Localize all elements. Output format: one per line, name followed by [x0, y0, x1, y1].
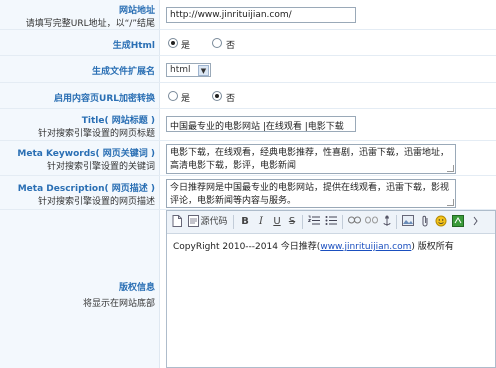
copyright-hint: 将显示在网站底部	[82, 299, 155, 309]
source-code-button[interactable]: 源代码	[200, 215, 228, 229]
keywords-hint: 针对搜索引擎设置的关键词	[46, 162, 155, 172]
label-cell: Title( 网站标题 ) 针对搜索引擎设置的网页标题	[0, 109, 160, 140]
title-label: Title( 网站标题 )	[81, 116, 155, 126]
ordered-list-icon[interactable]	[307, 215, 321, 229]
toolbar-divider	[233, 215, 234, 229]
url-encrypt-no-radio[interactable]	[212, 91, 222, 101]
url-encrypt-yes-radio[interactable]	[168, 91, 178, 101]
keywords-label: Meta Keywords( 网页关键词 )	[17, 149, 155, 159]
link-icon[interactable]	[347, 215, 361, 229]
image-icon[interactable]	[401, 215, 415, 229]
bullet-list-icon[interactable]	[324, 215, 338, 229]
label-cell: Meta Description( 网页描述 ) 针对搜索引擎设置的网页描述	[0, 176, 160, 209]
attachment-icon[interactable]	[419, 215, 431, 229]
emoticon-icon[interactable]	[434, 215, 448, 229]
generate-html-no-label: 否	[226, 41, 236, 51]
url-encrypt-no-label: 否	[226, 94, 236, 104]
toolbar-divider	[302, 215, 303, 229]
generate-html-label: 生成Html	[112, 41, 155, 51]
row-description: Meta Description( 网页描述 ) 针对搜索引擎设置的网页描述 今…	[0, 176, 496, 210]
row-url-encrypt: 启用内容页URL加密转换 是 否	[0, 83, 496, 109]
chevron-down-icon[interactable]: ▼	[198, 65, 209, 76]
settings-form: 网站地址 请填写完整URL地址，以“/”结尾 http://www.jinrit…	[0, 0, 496, 368]
file-ext-select[interactable]: html ▼	[166, 63, 211, 77]
row-file-ext: 生成文件扩展名 html ▼	[0, 56, 496, 83]
description-label: Meta Description( 网页描述 )	[17, 184, 155, 194]
anchor-icon[interactable]	[381, 215, 393, 229]
copyright-site-link[interactable]: www.jinrituijian.com	[320, 242, 411, 252]
label-cell: 启用内容页URL加密转换	[0, 83, 160, 108]
generate-html-no-radio[interactable]	[212, 38, 222, 48]
editor-toolbar: 源代码 B I U S	[167, 211, 495, 234]
url-encrypt-yes-label: 是	[181, 94, 191, 104]
resize-handle-icon[interactable]	[447, 165, 454, 172]
document-icon[interactable]	[171, 215, 183, 229]
insert-flash-icon[interactable]	[451, 215, 465, 229]
label-cell: 生成Html	[0, 30, 160, 55]
more-options-icon[interactable]	[469, 215, 483, 229]
underline-button[interactable]: U	[271, 215, 283, 229]
row-site-url: 网站地址 请填写完整URL地址，以“/”结尾 http://www.jinrit…	[0, 0, 496, 30]
description-line-1: 今日推荐网是中国最专业的电影网站，提供在线观看，迅雷下载，影视	[170, 183, 450, 193]
url-encrypt-label: 启用内容页URL加密转换	[54, 94, 155, 104]
italic-button[interactable]: I	[255, 215, 267, 229]
file-ext-value: html	[170, 65, 191, 75]
label-cell: Meta Keywords( 网页关键词 ) 针对搜索引擎设置的关键词	[0, 141, 160, 175]
generate-html-yes-radio[interactable]	[168, 38, 178, 48]
description-line-2: 评论，电影新闻等内容与服务。	[170, 196, 297, 206]
generate-html-yes-label: 是	[181, 41, 191, 51]
title-hint: 针对搜索引擎设置的网页标题	[37, 129, 155, 139]
label-cell: 生成文件扩展名	[0, 56, 160, 82]
keywords-textarea[interactable]: 电影下载，在线观看，经典电影推荐，性喜剧，迅雷下载，迅雷地址， 高清电影下载，影…	[166, 144, 456, 174]
keywords-line-2: 高清电影下载，影评，电影新闻	[170, 161, 297, 171]
keywords-line-1: 电影下载，在线观看，经典电影推荐，性喜剧，迅雷下载，迅雷地址，	[170, 148, 450, 158]
copyright-content[interactable]: CopyRight 2010---2014 今日推荐(www.jinrituij…	[173, 239, 454, 252]
strikethrough-button[interactable]: S	[286, 215, 298, 229]
label-cell: 网站地址 请填写完整URL地址，以“/”结尾	[0, 0, 160, 29]
copyright-text-suffix: ) 版权所有	[411, 242, 454, 252]
row-title: Title( 网站标题 ) 针对搜索引擎设置的网页标题 中国最专业的电影网站 |…	[0, 109, 496, 141]
site-url-input[interactable]: http://www.jinrituijian.com/	[166, 7, 356, 23]
description-hint: 针对搜索引擎设置的网页描述	[37, 197, 155, 207]
copyright-text-prefix: CopyRight 2010---2014 今日推荐(	[173, 242, 321, 252]
file-ext-label: 生成文件扩展名	[91, 67, 155, 77]
row-keywords: Meta Keywords( 网页关键词 ) 针对搜索引擎设置的关键词 电影下载…	[0, 141, 496, 176]
title-input[interactable]: 中国最专业的电影网站 |在线观看 |电影下载	[166, 116, 356, 132]
site-url-hint: 请填写完整URL地址，以“/”结尾	[25, 19, 155, 29]
row-generate-html: 生成Html 是 否	[0, 30, 496, 56]
toolbar-divider	[396, 215, 397, 229]
site-url-label: 网站地址	[118, 6, 155, 16]
bold-button[interactable]: B	[239, 215, 251, 229]
source-code-icon[interactable]	[187, 215, 199, 229]
description-textarea[interactable]: 今日推荐网是中国最专业的电影网站，提供在线观看，迅雷下载，影视 评论，电影新闻等…	[166, 179, 456, 208]
copyright-label: 版权信息	[118, 283, 155, 293]
unlink-icon[interactable]	[364, 215, 378, 229]
resize-handle-icon[interactable]	[447, 199, 454, 206]
toolbar-divider	[342, 215, 343, 229]
label-cell: 版权信息 将显示在网站底部	[0, 210, 160, 368]
copyright-editor[interactable]: 源代码 B I U S CopyRight 2010---2014 今日推荐(w…	[166, 210, 496, 368]
